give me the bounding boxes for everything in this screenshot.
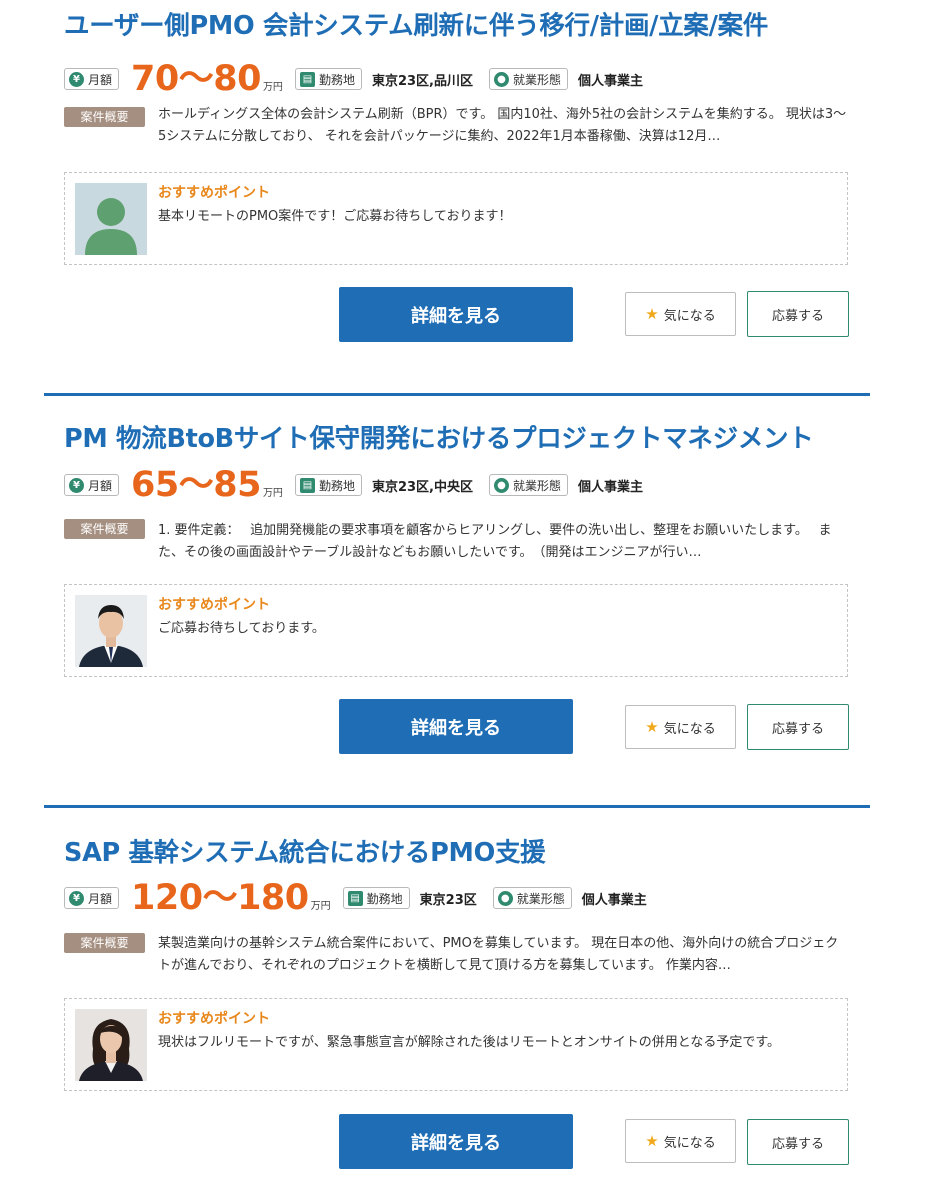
yen-icon: ¥ (69, 71, 84, 87)
person-icon: ● (493, 477, 509, 493)
favorite-label: 気になる (663, 721, 716, 737)
job-title[interactable]: PM 物流BtoBサイト保守開発におけるプロジェクトマネジメント (64, 421, 814, 457)
document-icon: ▤ (299, 71, 315, 87)
price: 65〜85 (131, 465, 261, 505)
star-icon: ★ (645, 718, 659, 736)
summary-text: 1. 要件定義： 追加開発機能の要求事項を顧客からヒアリングし、要件の洗い出し、… (158, 523, 832, 560)
detail-button[interactable]: 詳細を見る (339, 1114, 573, 1169)
job-title[interactable]: ユーザー側PMO 会計システム刷新に伴う移行/計画/立案/案件 (64, 8, 768, 44)
recommend-text: 現状はフルリモートですが、緊急事態宣言が解除された後はリモートとオンサイトの併用… (158, 1035, 781, 1050)
employment-value: 個人事業主 (578, 479, 644, 495)
employment-label: 就業形態 (516, 891, 565, 906)
job-meta: ¥ 月額 65〜85 万円 ▤ 勤務地 東京23区,中央区 ● 就業形態 個人事業主 (64, 465, 659, 505)
location-tag: ▤ 勤務地 (294, 68, 362, 90)
person-icon: ● (497, 890, 513, 906)
location-label: 勤務地 (366, 891, 403, 906)
recommend-title: おすすめポイント (158, 597, 270, 613)
recommend-box: おすすめポイント 基本リモートのPMO案件です！ご応募お待ちしております！ (64, 172, 848, 265)
price-unit: 万円 (262, 81, 283, 93)
favorite-button[interactable]: ★ 気になる (625, 705, 736, 749)
document-icon: ▤ (299, 477, 315, 493)
employment-tag: ● 就業形態 (488, 474, 568, 496)
job-meta: ¥ 月額 120〜180 万円 ▤ 勤務地 東京23区 ● 就業形態 個人事業主 (64, 878, 663, 918)
document-icon: ▤ (347, 890, 363, 906)
employment-value: 個人事業主 (581, 892, 647, 908)
apply-button[interactable]: 応募する (747, 291, 849, 337)
price: 70〜80 (131, 59, 261, 99)
apply-button[interactable]: 応募する (747, 1119, 849, 1165)
price-unit: 万円 (262, 487, 283, 499)
summary-label: 案件概要 (64, 519, 145, 539)
default-person-icon (75, 183, 147, 255)
location-value: 東京23区,中央区 (371, 479, 473, 495)
favorite-button[interactable]: ★ 気になる (625, 292, 736, 336)
monthly-tag: ¥ 月額 (64, 474, 120, 496)
favorite-button[interactable]: ★ 気になる (625, 1119, 736, 1163)
price-unit: 万円 (310, 900, 331, 912)
apply-button[interactable]: 応募する (747, 704, 849, 750)
summary-label: 案件概要 (64, 107, 145, 127)
price: 120〜180 (131, 878, 309, 918)
female-recruiter-photo (75, 1009, 147, 1081)
person-icon: ● (493, 71, 509, 87)
summary-label: 案件概要 (64, 933, 145, 953)
employment-label: 就業形態 (512, 478, 561, 493)
recommend-box: おすすめポイント 現状はフルリモートですが、緊急事態宣言が解除された後はリモート… (64, 998, 848, 1091)
detail-button[interactable]: 詳細を見る (339, 699, 573, 754)
monthly-label: 月額 (88, 72, 113, 87)
employment-tag: ● 就業形態 (488, 68, 568, 90)
location-value: 東京23区 (419, 892, 477, 908)
monthly-tag: ¥ 月額 (64, 887, 120, 909)
monthly-label: 月額 (88, 891, 113, 906)
monthly-label: 月額 (88, 478, 113, 493)
monthly-tag: ¥ 月額 (64, 68, 120, 90)
detail-button[interactable]: 詳細を見る (339, 287, 573, 342)
location-label: 勤務地 (318, 72, 355, 87)
employment-value: 個人事業主 (578, 73, 644, 89)
male-recruiter-photo (75, 595, 147, 667)
recommend-title: おすすめポイント (158, 1011, 270, 1027)
yen-icon: ¥ (69, 477, 84, 493)
card-divider (44, 805, 870, 808)
favorite-label: 気になる (663, 1135, 716, 1151)
employment-label: 就業形態 (512, 72, 561, 87)
job-card: SAP 基幹システム統合におけるPMO支援 ¥ 月額 120〜180 万円 ▤ 勤務… (64, 835, 850, 1175)
summary-text: 某製造業向けの基幹システム統合案件において、PMOを募集しています。 現在日本の… (158, 936, 839, 973)
location-tag: ▤ 勤務地 (342, 887, 410, 909)
recommend-text: 基本リモートのPMO案件です！ご応募お待ちしております！ (158, 209, 512, 224)
recommend-box: おすすめポイント ご応募お待ちしております。 (64, 584, 848, 677)
recommend-text: ご応募お待ちしております。 (158, 621, 325, 636)
job-card: ユーザー側PMO 会計システム刷新に伴う移行/計画/立案/案件 ¥ 月額 70〜8… (64, 8, 850, 348)
job-title[interactable]: SAP 基幹システム統合におけるPMO支援 (64, 835, 546, 871)
yen-icon: ¥ (69, 890, 84, 906)
summary-text: ホールディングス全体の会計システム刷新（BPR）です。 国内10社、海外5社の会… (158, 107, 847, 144)
location-label: 勤務地 (318, 478, 355, 493)
card-divider (44, 393, 870, 396)
star-icon: ★ (645, 1132, 659, 1150)
recommend-title: おすすめポイント (158, 185, 270, 201)
job-card: PM 物流BtoBサイト保守開発におけるプロジェクトマネジメント ¥ 月額 65〜… (64, 421, 850, 761)
location-value: 東京23区,品川区 (371, 73, 473, 89)
employment-tag: ● 就業形態 (492, 887, 572, 909)
star-icon: ★ (645, 305, 659, 323)
location-tag: ▤ 勤務地 (294, 474, 362, 496)
job-meta: ¥ 月額 70〜80 万円 ▤ 勤務地 東京23区,品川区 ● 就業形態 個人事業主 (64, 59, 659, 99)
favorite-label: 気になる (663, 308, 716, 324)
